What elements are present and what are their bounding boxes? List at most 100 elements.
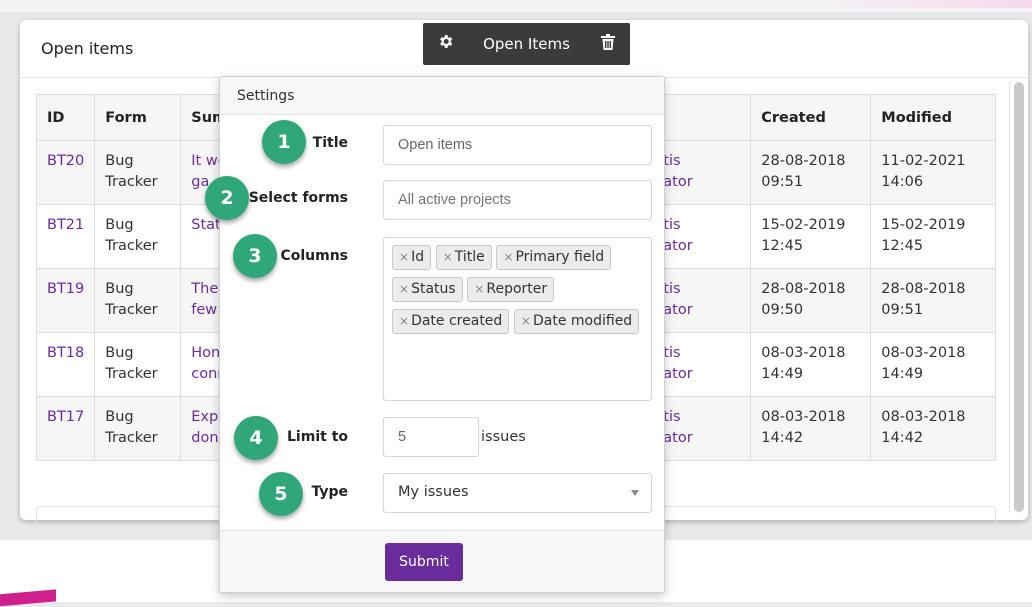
step-badge-3: 3: [233, 234, 277, 278]
reporter-link-2[interactable]: ator: [663, 430, 692, 446]
limit-label: Limit to: [287, 429, 348, 445]
toolbar-title: Open Items: [483, 35, 570, 53]
form-line-2: Tracker: [105, 238, 158, 254]
created-date: 08-03-2018: [761, 409, 846, 425]
settings-heading: Settings: [220, 77, 664, 115]
remove-tag-icon[interactable]: ×: [474, 282, 484, 296]
created-time: 12:45: [761, 238, 804, 254]
modified-date: 15-02-2019: [881, 217, 966, 233]
header-created[interactable]: Created: [750, 94, 872, 141]
column-tag-label: Title: [454, 249, 485, 265]
decor-gradient: [800, 0, 1032, 8]
gear-icon-svg: [439, 35, 452, 48]
issue-id-link[interactable]: BT20: [47, 153, 84, 169]
type-select-value: My issues: [398, 484, 469, 500]
reporter-link[interactable]: tis: [663, 153, 680, 169]
column-tag[interactable]: × Title: [435, 245, 492, 270]
modified-time: 14:49: [881, 366, 924, 382]
header-reporter[interactable]: [660, 94, 752, 141]
remove-tag-icon[interactable]: ×: [399, 314, 409, 328]
column-tag-label: Date modified: [532, 313, 633, 329]
remove-tag-icon[interactable]: ×: [521, 314, 531, 328]
title-label: Title: [312, 135, 348, 151]
type-label: Type: [311, 484, 348, 500]
header-form[interactable]: Form: [94, 94, 182, 141]
columns-label: Columns: [280, 248, 348, 264]
modified-time: 14:06: [881, 174, 924, 190]
issue-id-link[interactable]: BT18: [47, 345, 84, 361]
form-line-2: Tracker: [105, 174, 158, 190]
chevron-down-icon: [631, 490, 639, 496]
issue-id-link[interactable]: BT17: [47, 409, 84, 425]
form-line-1: Bug: [105, 153, 134, 169]
reporter-link[interactable]: tis: [663, 217, 680, 233]
select-forms-label: Select forms: [248, 190, 348, 206]
created-date: 28-08-2018: [761, 153, 846, 169]
limit-unit-label: issues: [481, 429, 526, 445]
created-time: 09:51: [761, 174, 804, 190]
modified-date: 08-03-2018: [881, 345, 966, 361]
reporter-link[interactable]: tis: [663, 281, 680, 297]
form-line-2: Tracker: [105, 366, 158, 382]
step-badge-5: 5: [259, 472, 303, 516]
settings-footer: Submit: [220, 530, 664, 592]
limit-input[interactable]: [383, 417, 479, 457]
reporter-link-2[interactable]: ator: [663, 174, 692, 190]
gear-icon[interactable]: [429, 33, 461, 55]
modified-time: 14:42: [881, 430, 924, 446]
step-badge-1: 1: [262, 120, 306, 164]
created-time: 14:42: [761, 430, 804, 446]
summary-link[interactable]: Stat: [191, 217, 220, 233]
column-tag[interactable]: × Date created: [392, 309, 510, 334]
type-select[interactable]: My issues: [383, 473, 652, 513]
column-tag-label: Status: [411, 281, 456, 297]
remove-tag-icon[interactable]: ×: [399, 250, 409, 264]
modified-date: 11-02-2021: [881, 153, 966, 169]
column-tag[interactable]: × Primary field: [496, 245, 612, 270]
trash-icon-svg: [601, 34, 615, 50]
header-id[interactable]: ID: [35, 94, 96, 141]
column-tag[interactable]: × Id: [392, 245, 432, 270]
reporter-link-2[interactable]: ator: [663, 238, 692, 254]
summary-link-2[interactable]: don': [191, 430, 222, 446]
trash-icon[interactable]: [592, 34, 624, 54]
created-date: 08-03-2018: [761, 345, 846, 361]
reporter-link-2[interactable]: ator: [663, 302, 692, 318]
summary-link[interactable]: The: [191, 281, 218, 297]
columns-multiselect[interactable]: × Id × Title × Primary field × Status × Repor…: [383, 237, 652, 401]
header-modified[interactable]: Modified: [870, 94, 996, 141]
created-date: 28-08-2018: [761, 281, 846, 297]
remove-tag-icon[interactable]: ×: [443, 250, 453, 264]
popover-arrow: [431, 65, 447, 75]
remove-tag-icon[interactable]: ×: [399, 282, 409, 296]
form-line-1: Bug: [105, 217, 134, 233]
column-tag-label: Primary field: [515, 249, 605, 265]
scroll-track: [1009, 82, 1010, 512]
form-line-2: Tracker: [105, 430, 158, 446]
modified-time: 09:51: [881, 302, 924, 318]
column-tag-label: Id: [411, 249, 425, 265]
column-tag[interactable]: × Reporter: [467, 277, 555, 302]
column-tag-label: Reporter: [486, 281, 548, 297]
scrollbar[interactable]: [1014, 82, 1024, 512]
created-time: 14:49: [761, 366, 804, 382]
form-line-1: Bug: [105, 281, 134, 297]
select-forms-input[interactable]: [383, 180, 652, 220]
created-date: 15-02-2019: [761, 217, 846, 233]
summary-link[interactable]: Hon: [191, 345, 220, 361]
created-time: 09:50: [761, 302, 804, 318]
title-input[interactable]: [383, 125, 652, 165]
reporter-link-2[interactable]: ator: [663, 366, 692, 382]
submit-button[interactable]: Submit: [385, 543, 463, 581]
modified-date: 28-08-2018: [881, 281, 966, 297]
column-tag[interactable]: × Status: [392, 277, 463, 302]
form-line-2: Tracker: [105, 302, 158, 318]
form-line-1: Bug: [105, 345, 134, 361]
reporter-link[interactable]: tis: [663, 409, 680, 425]
issue-id-link[interactable]: BT19: [47, 281, 84, 297]
summary-link-2[interactable]: few: [191, 302, 217, 318]
remove-tag-icon[interactable]: ×: [503, 250, 513, 264]
issue-id-link[interactable]: BT21: [47, 217, 84, 233]
column-tag[interactable]: × Date modified: [513, 309, 640, 334]
reporter-link[interactable]: tis: [663, 345, 680, 361]
